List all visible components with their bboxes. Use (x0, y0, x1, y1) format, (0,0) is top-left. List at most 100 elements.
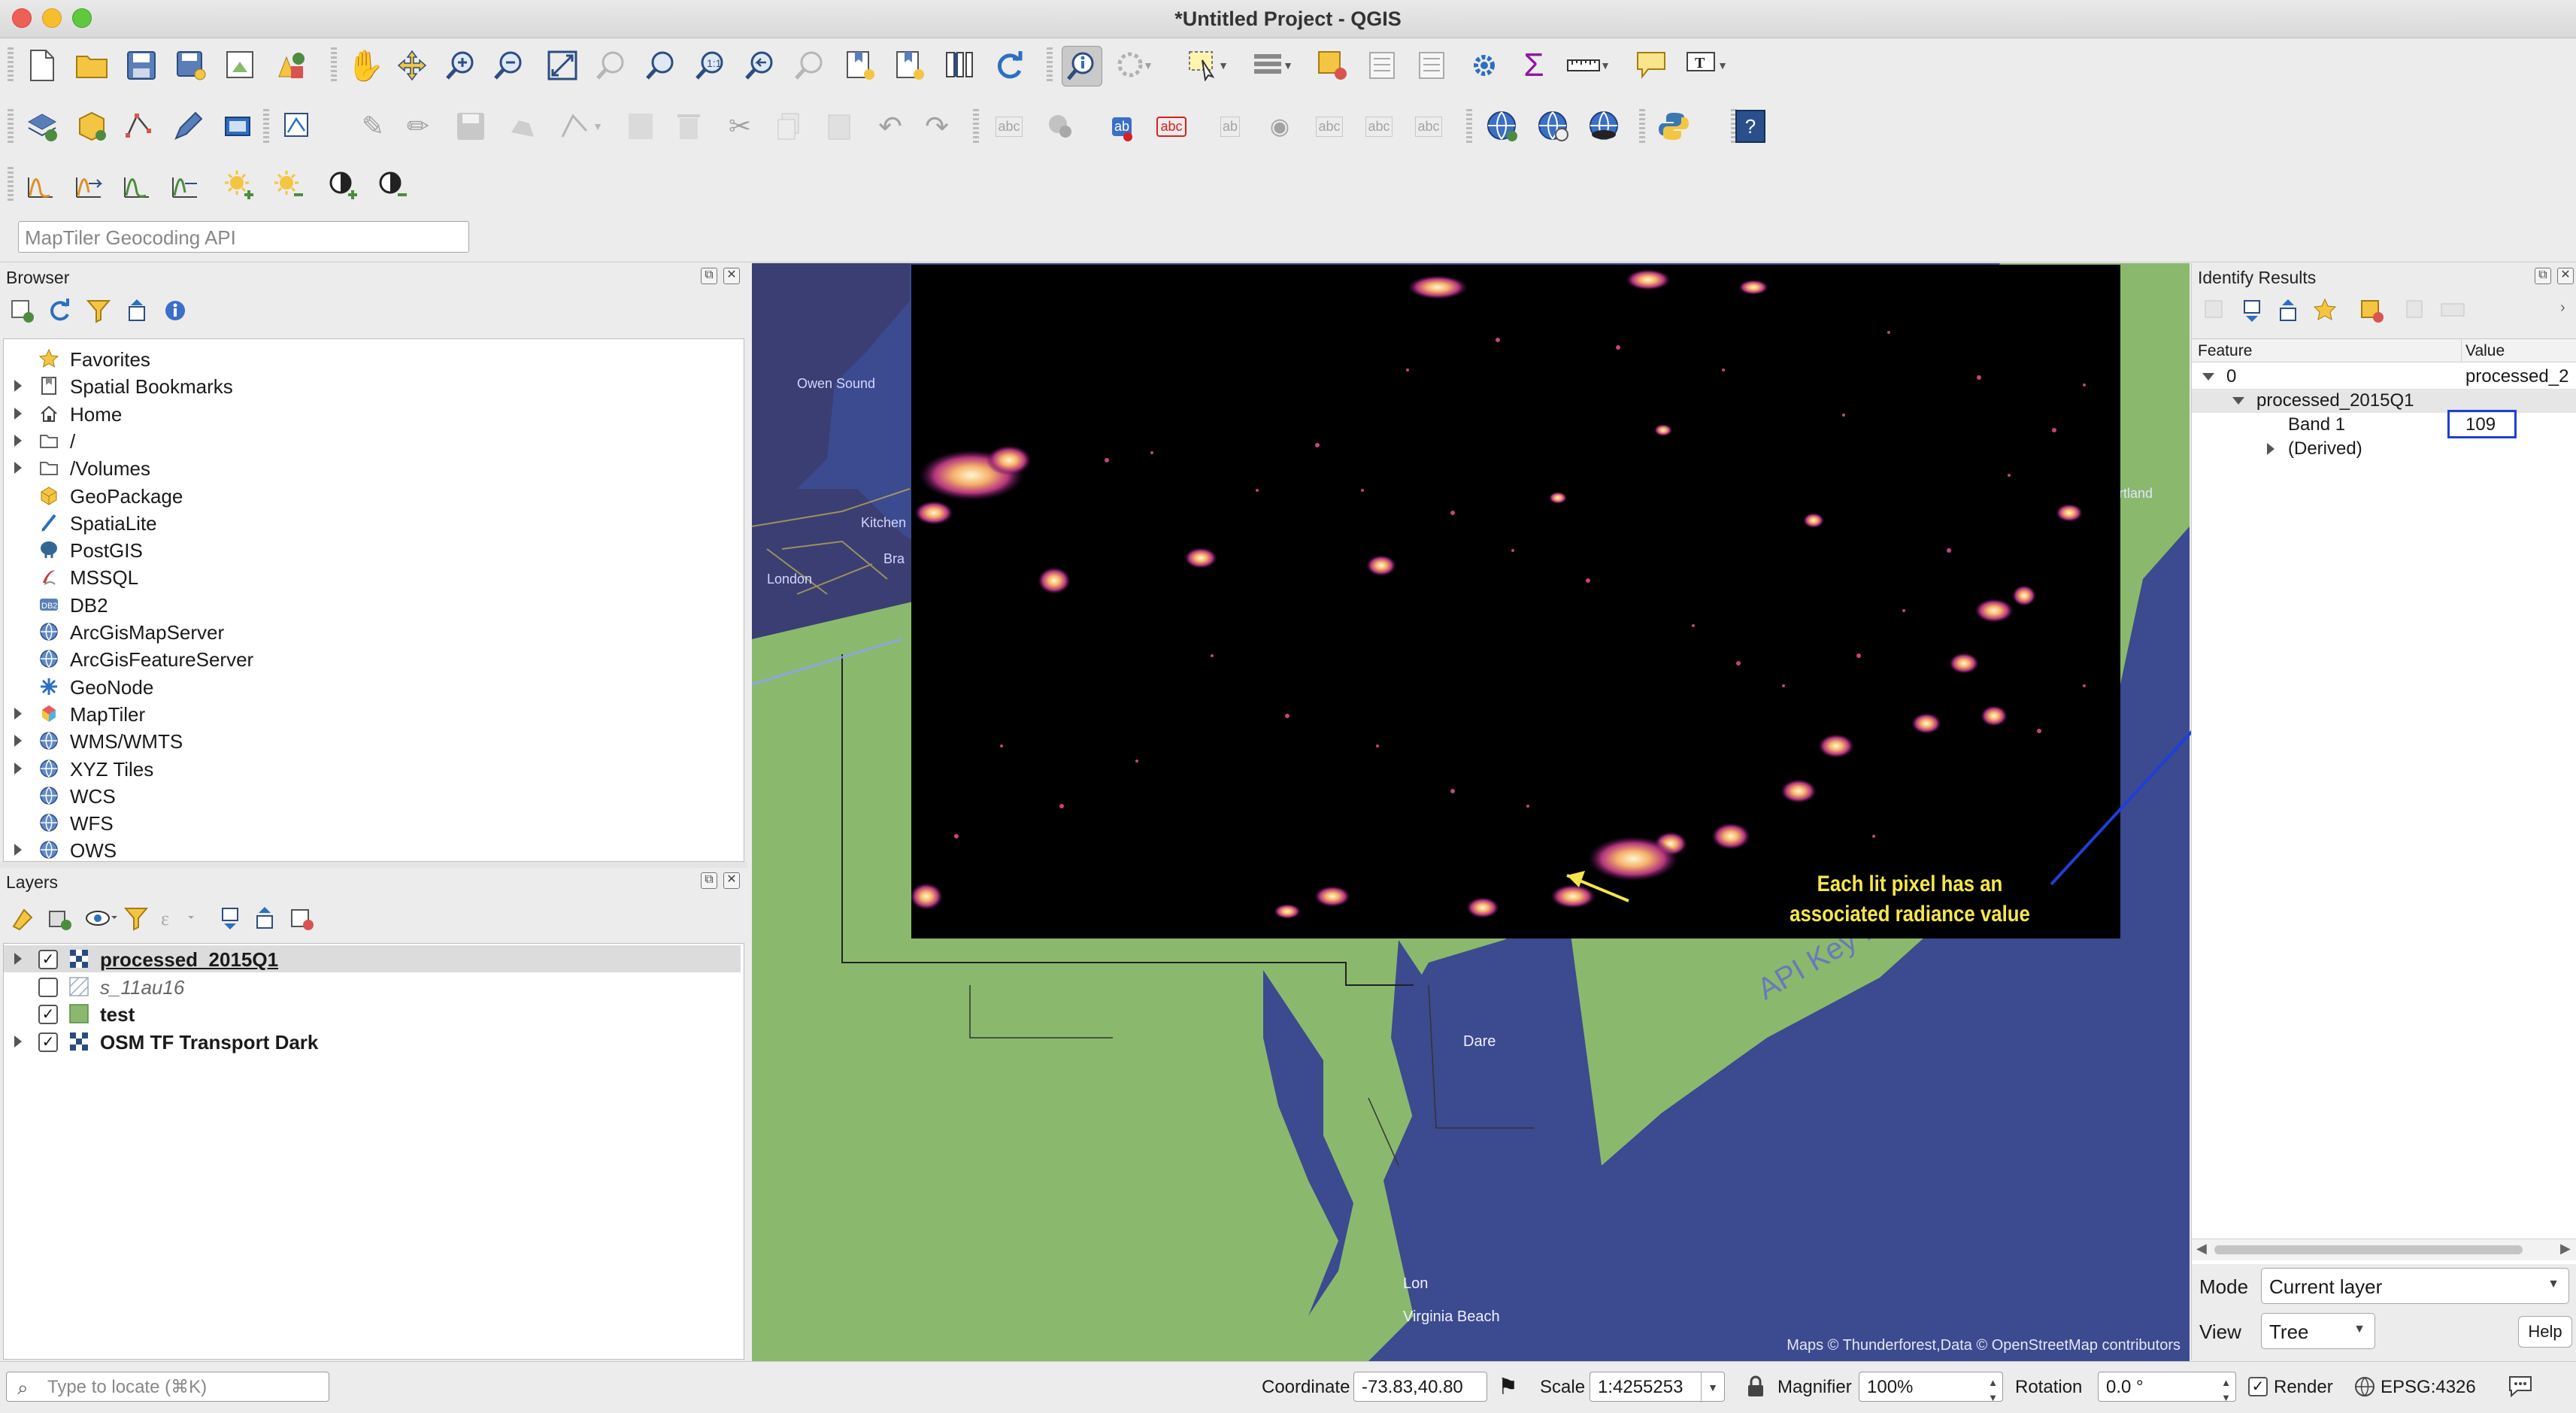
gps-icon[interactable] (218, 107, 257, 146)
expand-arrow-icon[interactable] (14, 1035, 22, 1048)
browser-item-ows[interactable]: OWS (4, 836, 741, 861)
column-header-value[interactable]: Value (2465, 342, 2505, 360)
browser-item-favorites[interactable]: Favorites (4, 345, 741, 372)
browser-item-maptiler[interactable]: MapTiler (4, 700, 741, 727)
edit-pencil-icon[interactable]: ✎ (353, 107, 392, 146)
vertex-tool-icon[interactable]: ▼ (556, 107, 603, 146)
refresh-icon[interactable] (989, 46, 1029, 85)
zoom-last-icon[interactable] (740, 46, 779, 85)
toggle-editing-icon[interactable] (278, 107, 317, 146)
magnifier-spinbox[interactable]: 100% ▲ ▼ (1859, 1372, 2003, 1403)
browser-item-wfs[interactable]: WFS (4, 809, 741, 836)
browser-item-[interactable]: / (4, 427, 741, 454)
identify-expand-new-icon[interactable] (2312, 298, 2338, 329)
expand-arrow-icon[interactable] (14, 407, 22, 420)
layers-tree[interactable]: ✓ processed_2015Q1 s_11au16 ✓ test ✓ OSM TF Tr… (3, 943, 744, 1360)
browser-item-db2[interactable]: DB2 DB2 (4, 591, 741, 618)
expand-arrow-icon[interactable] (14, 762, 22, 775)
layer-visibility-checkbox[interactable]: ✓ (38, 950, 58, 969)
show-bookmarks-icon[interactable] (890, 46, 929, 85)
panel-splitter[interactable] (0, 862, 747, 868)
expand-arrow-icon[interactable] (14, 844, 22, 857)
browser-item-geonode[interactable]: GeoNode (4, 673, 741, 700)
properties-info-icon[interactable] (162, 298, 188, 329)
stat-summary-icon[interactable] (1412, 46, 1451, 85)
attribute-table-icon[interactable] (1313, 46, 1352, 85)
expand-arrow-icon[interactable] (2267, 443, 2274, 455)
full-histogram-icon[interactable] (165, 165, 205, 205)
coordinate-field[interactable]: -73.83,40.80 (1353, 1372, 1487, 1402)
edit-pencil2-icon[interactable]: ✏ (399, 107, 438, 146)
close-panel-button[interactable]: ✕ (723, 872, 740, 889)
add-group-icon[interactable] (47, 905, 72, 936)
histogram-stretch-icon[interactable] (69, 165, 108, 205)
layer-visibility-checkbox[interactable]: ✓ (38, 1005, 58, 1024)
change-label-icon[interactable]: abc (1409, 107, 1448, 146)
toolbar-handle[interactable] (1466, 109, 1472, 145)
metasearch-icon[interactable] (1483, 107, 1522, 146)
browser-tree[interactable]: Favorites Spatial Bookmarks Home / /Volumes G… (3, 338, 744, 862)
toolbar-handle[interactable] (331, 47, 337, 83)
layer-row-test[interactable]: ✓ test (4, 1000, 741, 1027)
browser-item-arcgisfeatureserver[interactable]: ArcGisFeatureServer (4, 645, 741, 672)
lock-scale-icon[interactable] (1746, 1375, 1765, 1403)
save-as-icon[interactable] (171, 46, 211, 85)
crs-globe-icon[interactable] (2353, 1375, 2376, 1403)
column-header-feature[interactable]: Feature (2198, 342, 2252, 360)
print-layout-icon[interactable] (221, 46, 260, 85)
paste-icon[interactable] (820, 107, 859, 146)
expand-arrow-icon[interactable] (2232, 397, 2244, 405)
more-tools-chevron-icon[interactable]: › (2560, 299, 2565, 317)
browser-item-postgis[interactable]: PostGIS (4, 536, 741, 563)
toolbar-handle[interactable] (1047, 47, 1053, 83)
scale-combo[interactable]: 1:4255253 ▼ (1590, 1372, 1725, 1402)
float-panel-button[interactable]: ⧉ (701, 268, 717, 284)
scroll-left-icon[interactable]: ◀ (2196, 1241, 2207, 1257)
spin-down-icon[interactable]: ▼ (1988, 1383, 1998, 1413)
new-bookmark-icon[interactable] (841, 46, 880, 85)
digitize-vertex-icon[interactable] (120, 107, 159, 146)
label-abc-icon[interactable]: abc (989, 107, 1029, 146)
digitize-pen-icon[interactable] (168, 107, 208, 146)
identify-icon[interactable] (1062, 46, 1102, 86)
help-button[interactable]: Help (2518, 1316, 2572, 1348)
redo-icon[interactable]: ↷ (917, 107, 956, 146)
measure-icon[interactable]: ▼ (1564, 46, 1611, 85)
toolbar-handle[interactable] (263, 109, 269, 145)
delete-selected-icon[interactable] (669, 107, 708, 146)
scrollbar-thumb[interactable] (2214, 1245, 2523, 1254)
browser-item-spatial-bookmarks[interactable]: Spatial Bookmarks (4, 372, 741, 399)
layer-row-processed-2015q1[interactable]: ✓ processed_2015Q1 (4, 945, 741, 972)
browser-item-spatialite[interactable]: SpatiaLite (4, 509, 741, 536)
pin-label-icon[interactable]: ab (1211, 107, 1250, 146)
close-panel-button[interactable]: ✕ (2557, 268, 2574, 284)
diagram-icon[interactable] (1041, 107, 1080, 146)
horizontal-scrollbar[interactable]: ◀ ▶ (2192, 1239, 2576, 1260)
move-label-icon[interactable]: abc (1310, 107, 1349, 146)
tips-icon[interactable] (1632, 46, 1671, 85)
copy-result-icon[interactable] (2404, 298, 2426, 326)
identify-expand-all-icon[interactable] (2240, 298, 2265, 329)
style-manager-icon[interactable] (271, 46, 310, 85)
new-map-view-icon[interactable] (940, 46, 979, 85)
help-contents-icon[interactable]: ? (1731, 107, 1770, 146)
layer-visibility-checkbox[interactable] (38, 977, 58, 997)
data-source-manager-icon[interactable] (23, 107, 62, 146)
browser-item-arcgismapserver[interactable]: ArcGisMapServer (4, 618, 741, 645)
float-panel-button[interactable]: ⧉ (701, 872, 717, 889)
view-select[interactable]: Tree ▼ (2261, 1313, 2375, 1349)
geocoding-search-input[interactable]: MapTiler Geocoding API (18, 221, 469, 253)
browser-item-volumes[interactable]: /Volumes (4, 454, 741, 481)
zoom-in-icon[interactable] (441, 46, 480, 85)
identify-collapse-all-icon[interactable] (2276, 298, 2302, 329)
web-service-icon[interactable] (1534, 107, 1573, 146)
toolbar-handle[interactable] (8, 167, 14, 203)
histogram-icon[interactable] (21, 165, 60, 205)
collapse-layers-icon[interactable] (253, 905, 278, 936)
expand-arrow-icon[interactable] (14, 380, 22, 393)
copy-icon[interactable] (770, 107, 809, 146)
layer-row-s-11au16[interactable]: s_11au16 (4, 973, 741, 1000)
expand-arrow-icon[interactable] (14, 735, 22, 747)
zoom-full-icon[interactable] (543, 46, 582, 85)
deselect-icon[interactable]: ▼ (1248, 46, 1293, 85)
